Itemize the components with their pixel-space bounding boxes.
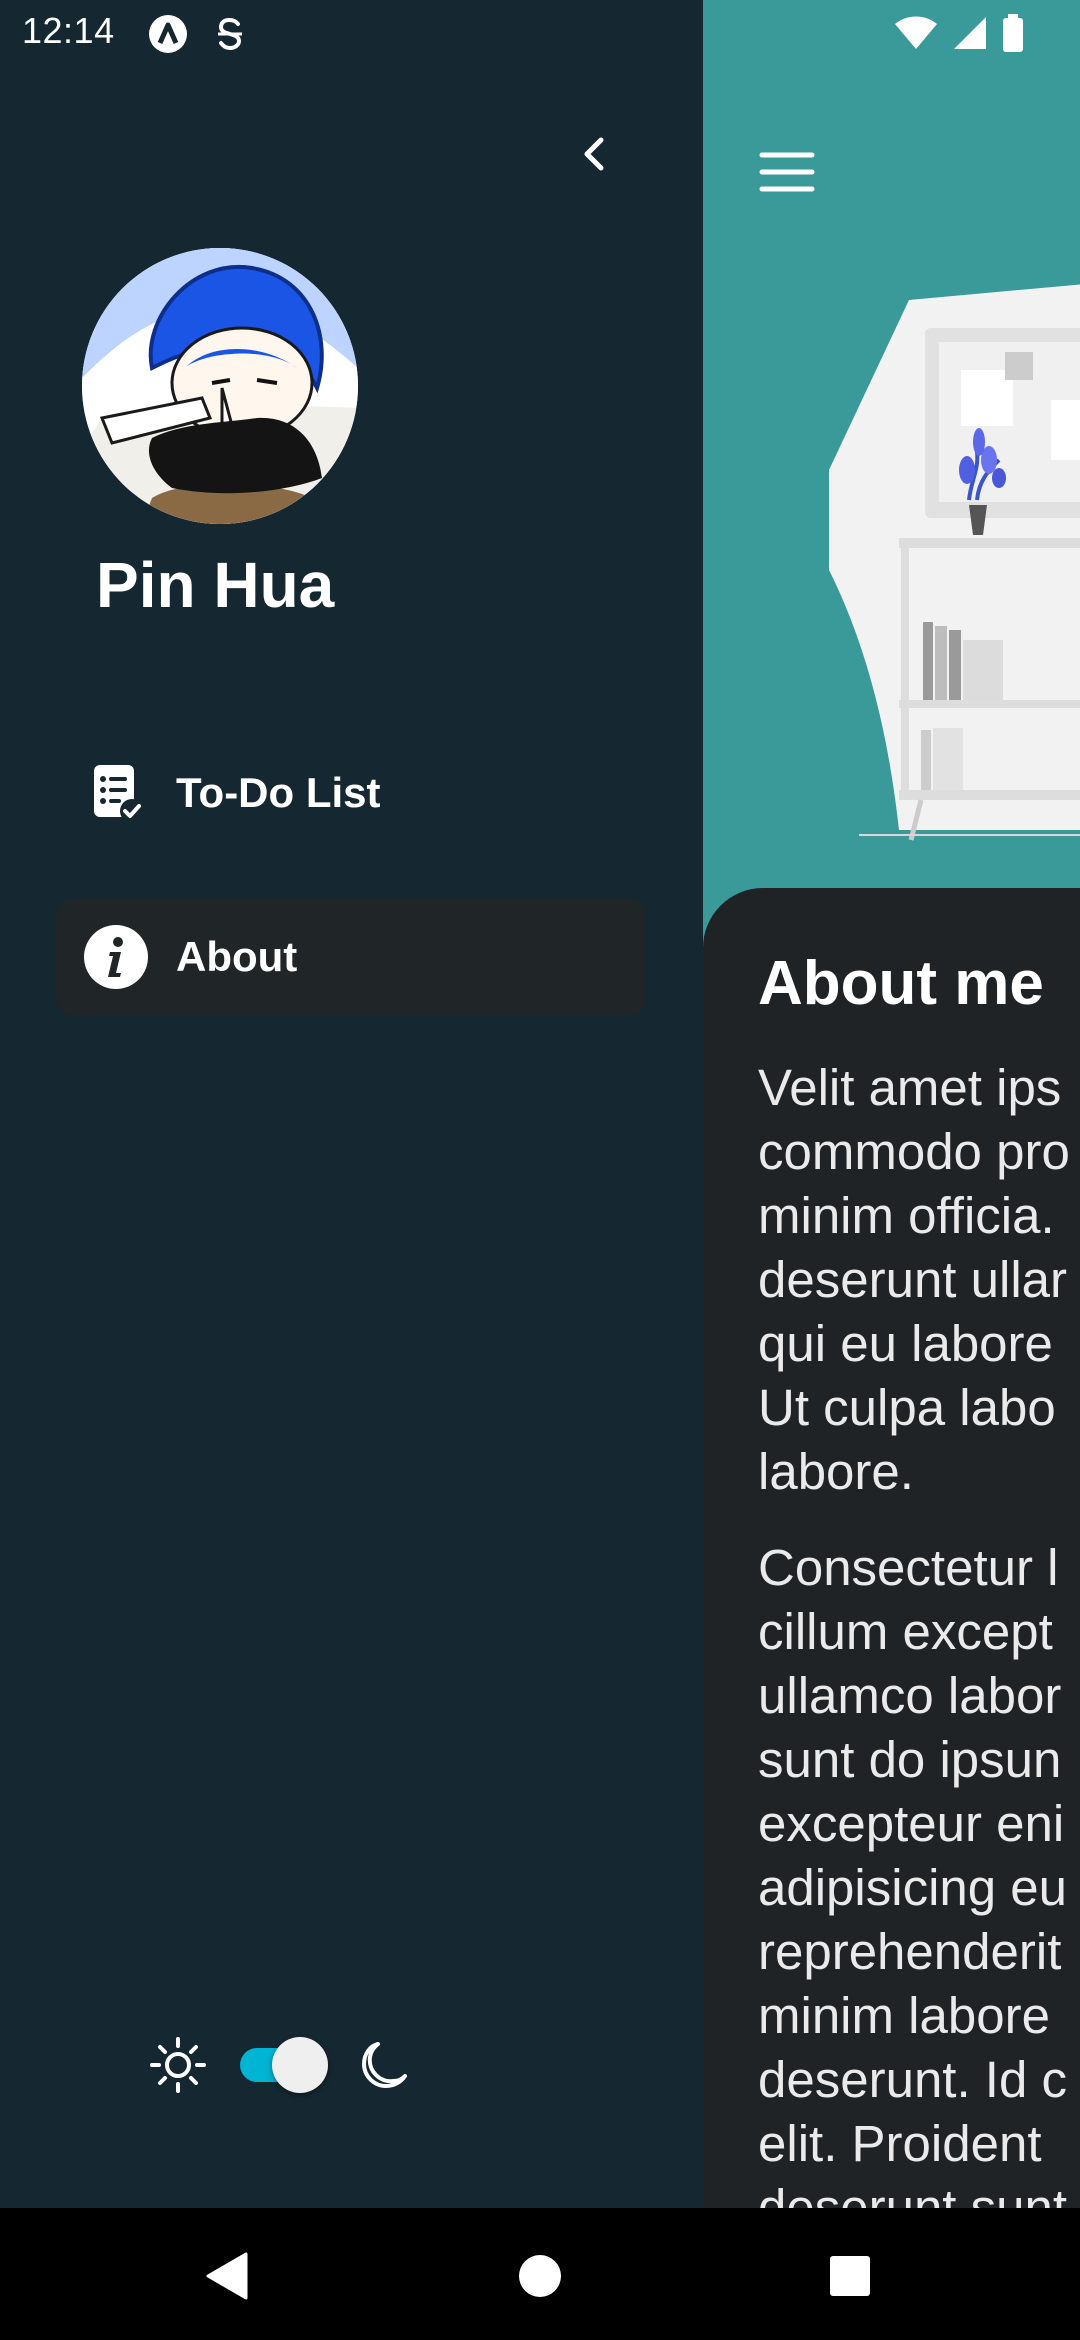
paragraph-line: sunt do ipsun bbox=[758, 1731, 1062, 1788]
paragraph-line: Ut culpa labo bbox=[758, 1379, 1056, 1436]
app-a-icon bbox=[149, 15, 187, 53]
info-icon bbox=[84, 925, 148, 989]
paragraph-line: minim officia. bbox=[758, 1187, 1055, 1244]
recents-button[interactable] bbox=[822, 2248, 878, 2304]
paragraph-line: Consectetur l bbox=[758, 1539, 1059, 1596]
back-button[interactable] bbox=[198, 2248, 254, 2304]
paragraph-1: Velit amet ips commodo pro minim officia… bbox=[758, 1056, 1080, 1504]
paragraph-line: labore. bbox=[758, 1443, 914, 1500]
paragraph-line: minim labore bbox=[758, 1987, 1050, 2044]
paragraph-line: deserunt ullar bbox=[758, 1251, 1068, 1308]
paragraph-line: reprehenderit bbox=[758, 1923, 1062, 1980]
recents-square-icon bbox=[830, 2256, 870, 2296]
page-title: About me bbox=[758, 949, 1044, 1018]
paragraph-line: commodo pro bbox=[758, 1123, 1070, 1180]
paragraph-line: qui eu labore bbox=[758, 1315, 1053, 1372]
moon-icon bbox=[362, 2042, 407, 2088]
sun-icon bbox=[150, 2037, 206, 2093]
system-navigation-bar bbox=[0, 2208, 1080, 2340]
wifi-icon bbox=[895, 16, 937, 49]
battery-icon bbox=[1003, 14, 1023, 52]
toggle-knob bbox=[272, 2037, 328, 2093]
hamburger-icon bbox=[759, 152, 815, 192]
app-s-icon bbox=[218, 17, 242, 51]
paragraph-line: deserunt sunt bbox=[758, 2179, 1068, 2208]
room-illustration bbox=[829, 284, 1080, 841]
paragraph-line: deserunt. Id c bbox=[758, 2051, 1068, 2108]
paragraph-line: excepteur eni bbox=[758, 1795, 1065, 1852]
nav-item-todo-list[interactable]: To-Do List bbox=[56, 734, 646, 852]
chevron-left-icon bbox=[584, 137, 604, 171]
navigation-drawer: Pin Hua To-Do List About bbox=[0, 0, 703, 2208]
avatar-illustration bbox=[82, 248, 358, 524]
main-content: About me Velit amet ips commodo pro mini… bbox=[703, 0, 1080, 2208]
home-circle-icon bbox=[519, 2255, 561, 2297]
nav-item-label: To-Do List bbox=[176, 769, 381, 816]
paragraph-line: adipisicing eu bbox=[758, 1859, 1068, 1916]
status-time: 12:14 bbox=[22, 10, 115, 51]
nav-item-about[interactable]: About bbox=[56, 898, 646, 1016]
profile-name: Pin Hua bbox=[96, 549, 335, 621]
menu-button[interactable] bbox=[755, 140, 819, 204]
todo-list-icon bbox=[84, 761, 148, 825]
theme-switch-row bbox=[148, 2030, 418, 2100]
nav-item-label: About bbox=[176, 933, 298, 980]
home-button[interactable] bbox=[512, 2248, 568, 2304]
status-bar: 12:14 bbox=[0, 0, 1080, 66]
back-triangle-icon bbox=[206, 2252, 248, 2300]
signal-icon bbox=[954, 17, 986, 49]
paragraph-2: Consectetur l cillum except ullamco labo… bbox=[758, 1536, 1080, 2208]
avatar[interactable] bbox=[82, 248, 358, 524]
paragraph-line: elit. Proident bbox=[758, 2115, 1042, 2172]
dark-mode-toggle[interactable] bbox=[236, 2037, 328, 2093]
close-drawer-button[interactable] bbox=[568, 128, 620, 180]
about-card: About me Velit amet ips commodo pro mini… bbox=[703, 888, 1080, 2208]
paragraph-line: ullamco labor bbox=[758, 1667, 1062, 1724]
paragraph-line: Velit amet ips bbox=[758, 1059, 1062, 1116]
status-right-icons bbox=[894, 14, 1024, 52]
paragraph-line: cillum except bbox=[758, 1603, 1053, 1660]
